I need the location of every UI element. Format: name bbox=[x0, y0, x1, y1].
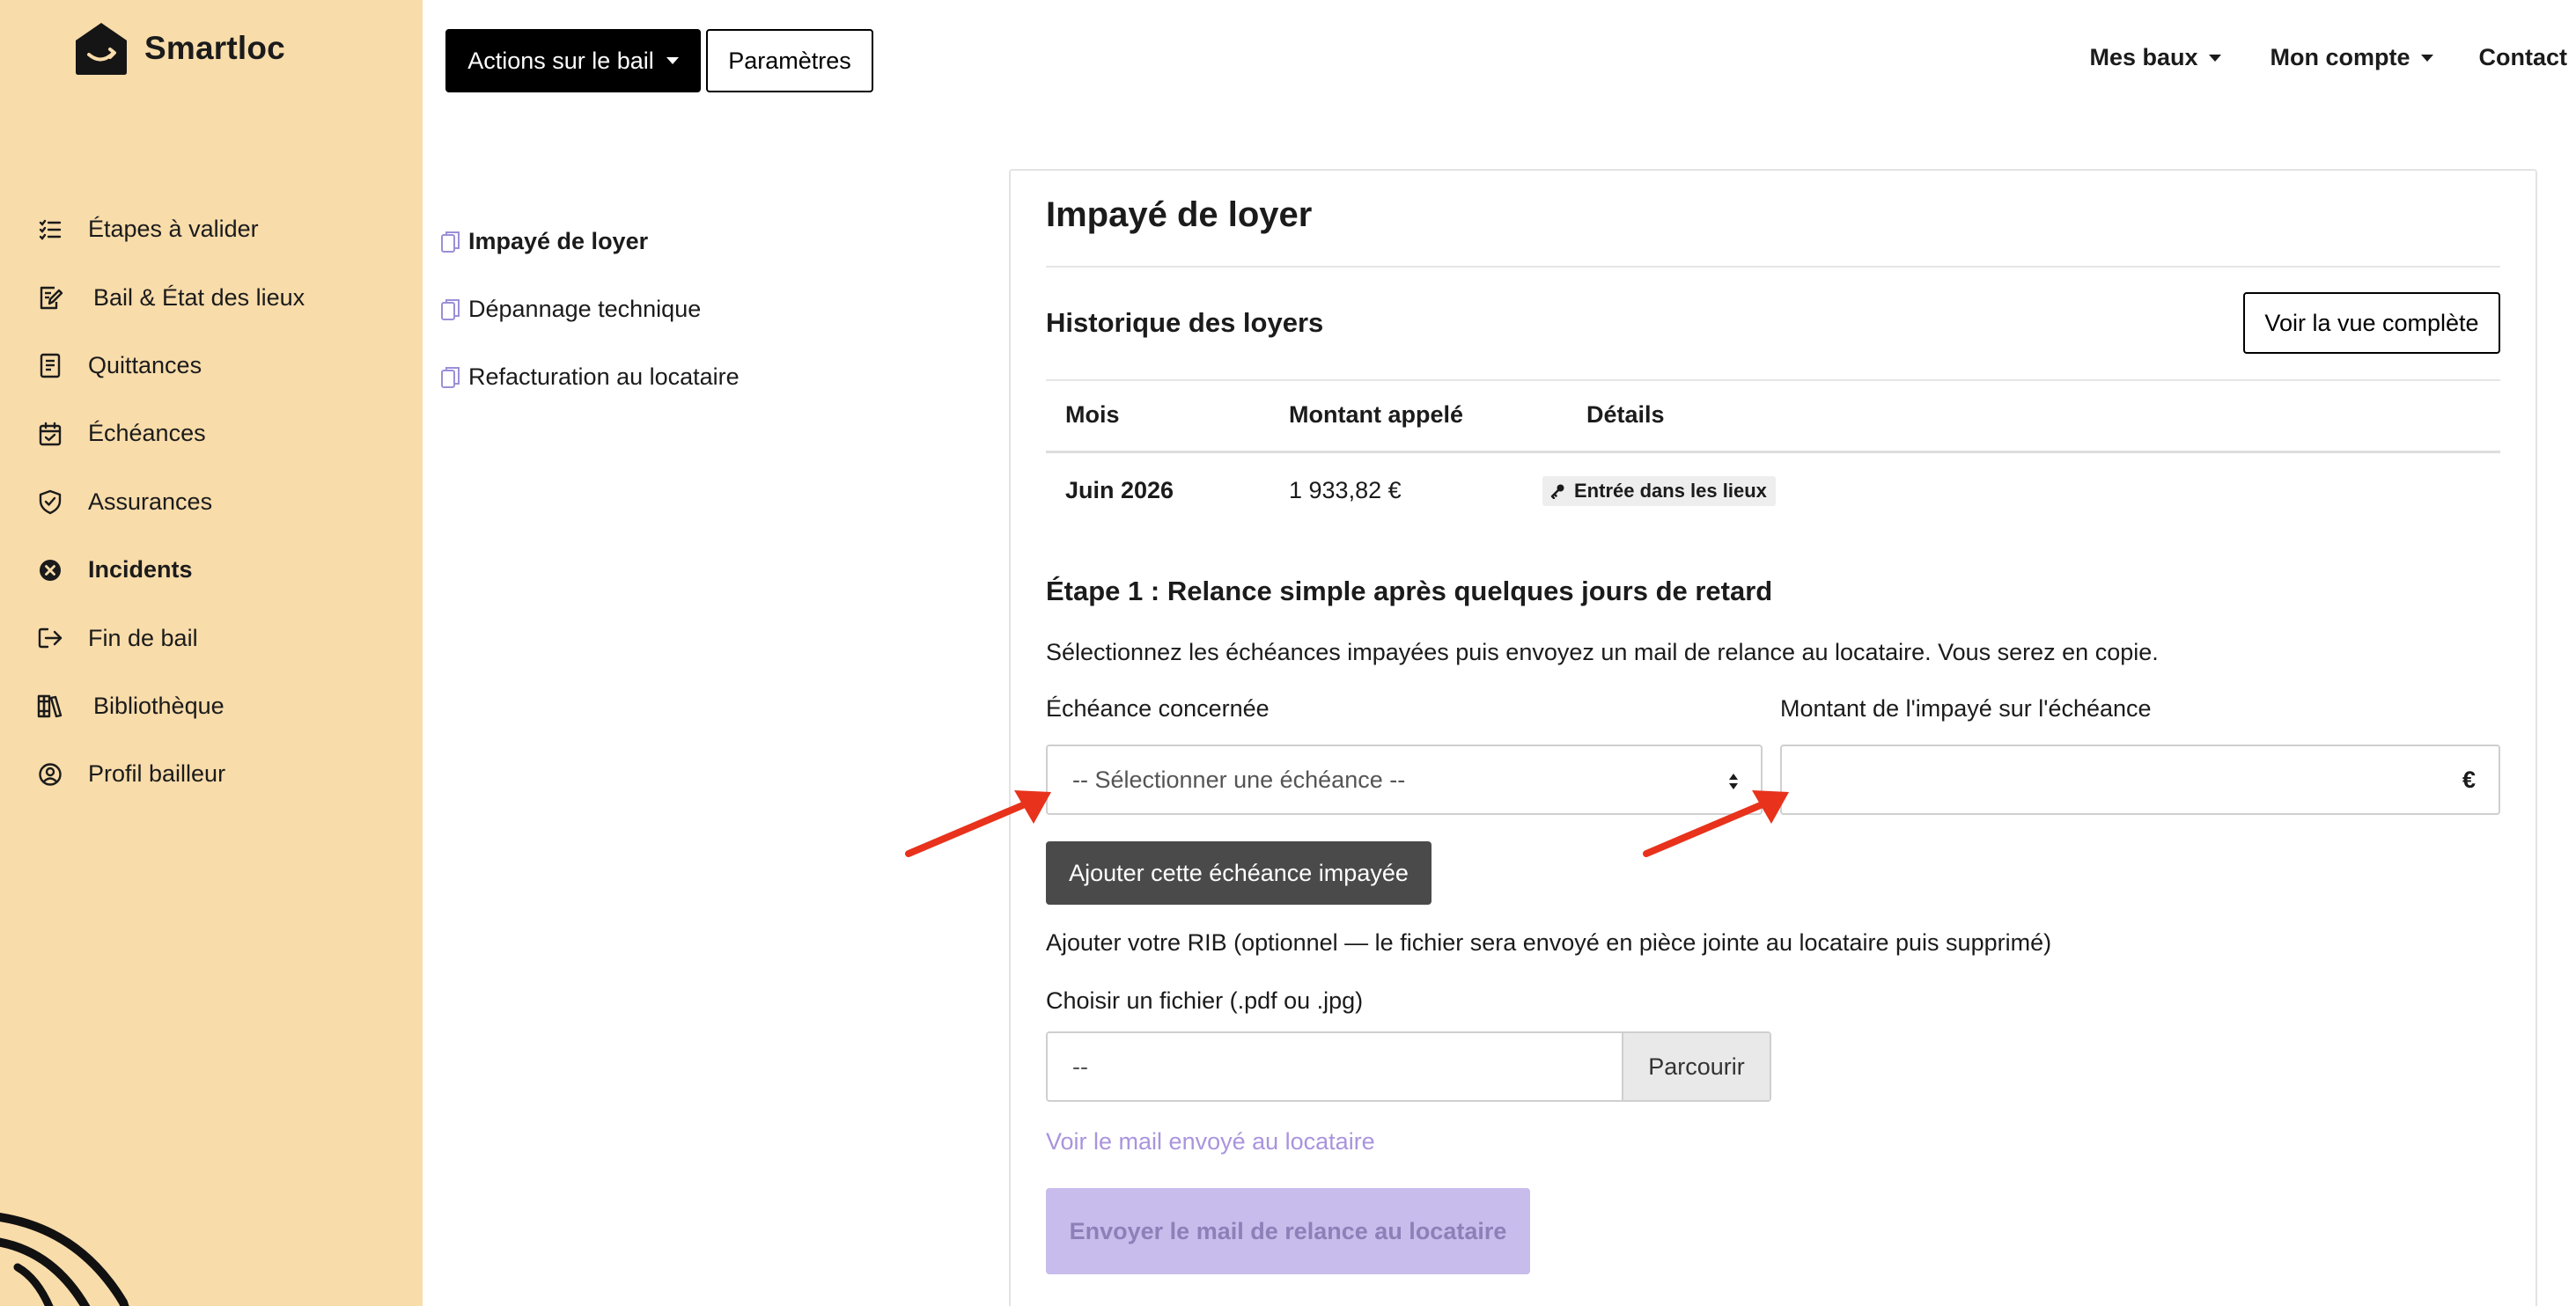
sidebar-item-assurances[interactable]: Assurances bbox=[35, 468, 305, 536]
file-name-value: -- bbox=[1072, 1053, 1088, 1080]
exit-icon bbox=[35, 623, 65, 653]
checklist-icon bbox=[35, 215, 65, 245]
sidebar-item-label: Incidents bbox=[88, 556, 193, 583]
divider bbox=[1046, 266, 2500, 268]
x-circle-icon bbox=[35, 555, 65, 585]
incidents-subnav: Impayé de loyer Dépannage technique Refa… bbox=[440, 208, 740, 411]
sidebar-nav: Étapes à valider Bail & État des lieux Q… bbox=[35, 195, 305, 809]
rib-help-text: Ajouter votre RIB (optionnel — le fichie… bbox=[1046, 929, 2052, 956]
sidebar-item-label: Assurances bbox=[88, 488, 213, 515]
table-header-details: Détails bbox=[1586, 401, 1665, 428]
copy-document-icon bbox=[441, 298, 460, 320]
my-account-menu[interactable]: Mon compte bbox=[2271, 44, 2433, 71]
caret-down-icon bbox=[2420, 54, 2433, 62]
sidebar-item-fin-de-bail[interactable]: Fin de bail bbox=[35, 604, 305, 671]
send-reminder-button[interactable]: Envoyer le mail de relance au locataire bbox=[1046, 1188, 1530, 1274]
sidebar-item-incidents[interactable]: Incidents bbox=[35, 536, 305, 604]
page-title: Impayé de loyer bbox=[1046, 195, 1313, 234]
receipt-icon bbox=[35, 350, 65, 380]
file-input[interactable]: -- Parcourir bbox=[1046, 1031, 1771, 1102]
sidebar-item-bibliotheque[interactable]: Bibliothèque bbox=[35, 672, 305, 740]
brand-name: Smartloc bbox=[144, 30, 285, 66]
badge-label: Entrée dans les lieux bbox=[1574, 480, 1767, 502]
sidebar-item-profil[interactable]: Profil bailleur bbox=[35, 740, 305, 808]
sidebar-item-quittances[interactable]: Quittances bbox=[35, 332, 305, 400]
sidebar-item-bail[interactable]: Bail & État des lieux bbox=[35, 263, 305, 331]
shield-check-icon bbox=[35, 487, 65, 517]
table-header-divider bbox=[1046, 451, 2500, 453]
subnav-item-rebilling[interactable]: Refacturation au locataire bbox=[440, 343, 740, 411]
sidebar-item-label: Fin de bail bbox=[88, 624, 198, 651]
step-title: Étape 1 : Relance simple après quelques … bbox=[1046, 576, 1773, 606]
table-header-month: Mois bbox=[1065, 401, 1120, 428]
caret-down-icon bbox=[2208, 54, 2221, 62]
status-badge: Entrée dans les lieux bbox=[1542, 476, 1776, 506]
annotation-arrow-select bbox=[905, 790, 1051, 857]
sidebar-item-label: Profil bailleur bbox=[88, 760, 226, 788]
settings-button[interactable]: Paramètres bbox=[706, 29, 873, 92]
subnav-item-rent-unpaid[interactable]: Impayé de loyer bbox=[440, 208, 740, 275]
copy-document-icon bbox=[441, 231, 460, 253]
my-account-label: Mon compte bbox=[2270, 44, 2410, 70]
step-description: Sélectionnez les échéances impayées puis… bbox=[1046, 639, 2159, 665]
subnav-item-label: Refacturation au locataire bbox=[468, 363, 740, 390]
user-circle-icon bbox=[35, 759, 65, 789]
books-icon bbox=[35, 691, 65, 721]
unpaid-amount-input[interactable]: € bbox=[1780, 745, 2500, 815]
sidebar-item-label: Bibliothèque bbox=[93, 692, 224, 719]
due-date-select-value: -- Sélectionner une échéance -- bbox=[1072, 766, 1406, 793]
calendar-check-icon bbox=[35, 419, 65, 449]
top-navigation: Mes baux Mon compte Contact bbox=[2040, 44, 2567, 71]
lease-actions-dropdown[interactable]: Actions sur le bail bbox=[445, 29, 701, 92]
subnav-item-label: Dépannage technique bbox=[468, 296, 702, 322]
annotation-arrow-amount bbox=[1643, 790, 1789, 857]
sidebar-item-label: Étapes à valider bbox=[88, 216, 259, 243]
unpaid-rent-card: Impayé de loyer Historique des loyers Vo… bbox=[1009, 169, 2537, 1306]
amount-label: Montant de l'impayé sur l'échéance bbox=[1780, 695, 2152, 722]
my-leases-label: Mes baux bbox=[2089, 44, 2198, 70]
browse-button[interactable]: Parcourir bbox=[1622, 1033, 1770, 1100]
sidebar-item-label: Bail & État des lieux bbox=[93, 283, 305, 311]
sidebar-item-label: Quittances bbox=[88, 351, 202, 378]
subnav-item-technical-repair[interactable]: Dépannage technique bbox=[440, 275, 740, 343]
my-leases-menu[interactable]: Mes baux bbox=[2089, 44, 2221, 71]
sidebar-item-echeances[interactable]: Échéances bbox=[35, 400, 305, 467]
brand-logo[interactable]: Smartloc bbox=[72, 19, 285, 77]
table-cell-month: Juin 2026 bbox=[1065, 477, 1174, 503]
full-view-button[interactable]: Voir la vue complète bbox=[2243, 292, 2500, 354]
house-logo-icon bbox=[76, 23, 127, 75]
table-header-amount: Montant appelé bbox=[1289, 401, 1464, 428]
sidebar-item-etapes[interactable]: Étapes à valider bbox=[35, 195, 305, 263]
sidebar-item-label: Échéances bbox=[88, 420, 206, 447]
add-due-date-button[interactable]: Ajouter cette échéance impayée bbox=[1046, 841, 1432, 905]
sidebar: Smartloc Étapes à valider Bail & État de… bbox=[0, 0, 423, 1306]
file-label: Choisir un fichier (.pdf ou .jpg) bbox=[1046, 987, 1364, 1014]
lease-actions-label: Actions sur le bail bbox=[467, 47, 654, 74]
caret-down-icon bbox=[666, 57, 679, 64]
due-date-label: Échéance concernée bbox=[1046, 695, 1270, 722]
key-icon bbox=[1550, 484, 1564, 499]
rent-history-title: Historique des loyers bbox=[1046, 307, 1324, 338]
copy-document-icon bbox=[441, 366, 460, 388]
document-edit-icon bbox=[35, 282, 65, 312]
divider bbox=[1046, 379, 2500, 381]
subnav-item-label: Impayé de loyer bbox=[468, 228, 649, 254]
euro-suffix: € bbox=[2462, 766, 2476, 793]
contact-link[interactable]: Contact bbox=[2479, 44, 2568, 71]
view-sent-mail-link[interactable]: Voir le mail envoyé au locataire bbox=[1046, 1128, 1375, 1156]
decorative-squiggle bbox=[0, 1213, 129, 1306]
table-cell-amount: 1 933,82 € bbox=[1289, 477, 1402, 503]
